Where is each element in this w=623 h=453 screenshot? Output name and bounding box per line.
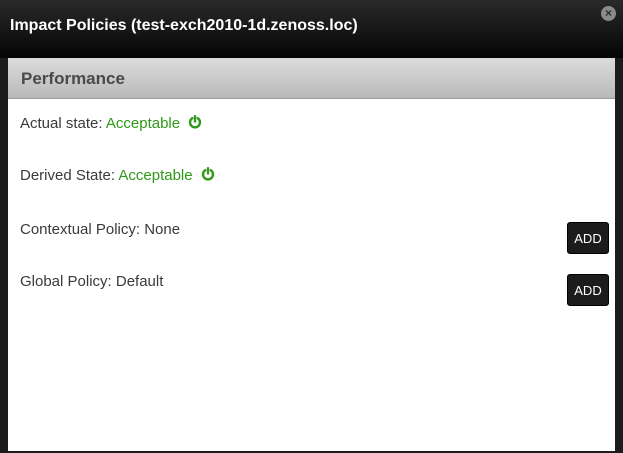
section-title: Performance: [21, 69, 125, 88]
actual-state-row: Actual state: Acceptable: [20, 115, 202, 132]
power-icon: [201, 167, 214, 181]
dialog-title: Impact Policies (test-exch2010-1d.zenoss…: [10, 17, 358, 34]
power-icon: [189, 115, 202, 129]
add-global-policy-button[interactable]: ADD: [567, 274, 609, 306]
global-policy-label: Global Policy: Default: [20, 273, 164, 290]
impact-policies-dialog: Impact Policies (test-exch2010-1d.zenoss…: [0, 0, 623, 453]
close-icon[interactable]: ×: [601, 6, 616, 21]
dialog-titlebar[interactable]: Impact Policies (test-exch2010-1d.zenoss…: [0, 0, 623, 58]
global-policy-row: Global Policy: Default: [20, 273, 163, 290]
actual-state-label: Actual state:: [20, 115, 106, 132]
derived-state-row: Derived State: Acceptable: [20, 167, 215, 184]
derived-state-label: Derived State:: [20, 167, 119, 184]
section-header: Performance: [8, 58, 615, 99]
derived-state-value: Acceptable: [118, 167, 193, 184]
contextual-policy-label: Contextual Policy: None: [20, 221, 181, 238]
actual-state-value: Acceptable: [105, 115, 181, 132]
contextual-policy-row: Contextual Policy: None: [20, 221, 180, 238]
add-contextual-policy-button[interactable]: ADD: [567, 222, 609, 254]
